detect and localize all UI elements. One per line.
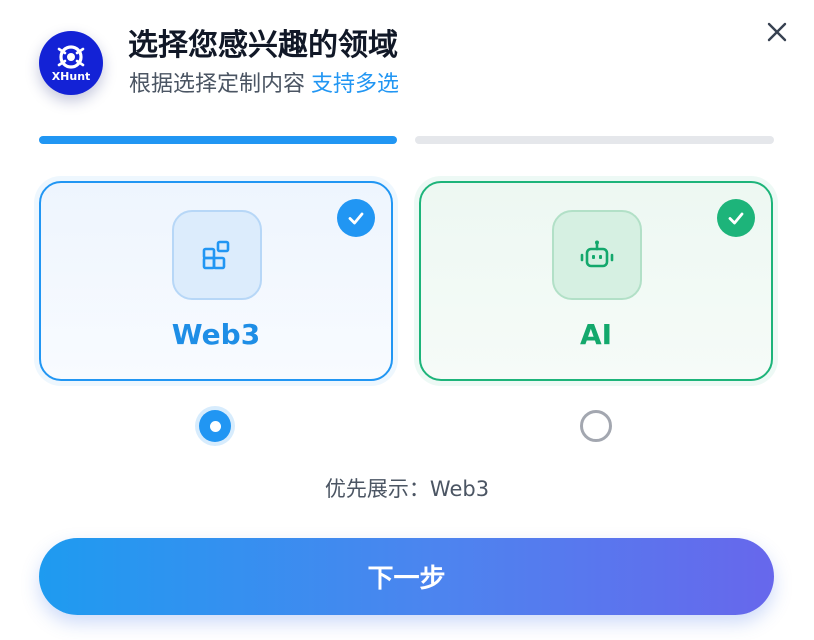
priority-value: Web3 xyxy=(429,477,490,501)
subtitle-text: 根据选择定制内容 xyxy=(129,72,306,97)
priority-radio-ai[interactable] xyxy=(580,410,612,442)
web3-icon-box xyxy=(172,210,262,300)
close-icon xyxy=(767,22,787,42)
option-card-ai[interactable]: AI xyxy=(419,181,773,381)
priority-display: 优先展示：Web3 xyxy=(0,474,814,504)
page-title: 选择您感兴趣的领域 xyxy=(128,28,398,63)
page-subtitle: 根据选择定制内容 支持多选 xyxy=(129,70,399,100)
priority-label: 优先展示： xyxy=(324,477,430,501)
close-button[interactable] xyxy=(762,17,792,47)
check-badge-ai xyxy=(717,199,755,237)
priority-radio-web3[interactable] xyxy=(199,410,231,442)
progress-step-1 xyxy=(39,136,397,144)
radio-dot xyxy=(209,420,221,432)
xhunt-logo: XHunt xyxy=(39,31,103,95)
next-button[interactable]: 下一步 xyxy=(39,538,774,615)
xhunt-logo-icon xyxy=(57,44,85,69)
robot-icon xyxy=(580,240,614,268)
option-label-ai: AI xyxy=(579,318,613,351)
logo-text: XHunt xyxy=(51,69,91,83)
option-card-web3[interactable]: Web3 xyxy=(39,181,393,381)
progress-step-2 xyxy=(415,136,774,144)
subtitle-accent: 支持多选 xyxy=(311,72,400,97)
check-icon xyxy=(728,212,744,225)
option-label-web3: Web3 xyxy=(171,318,261,351)
check-icon xyxy=(348,212,364,225)
check-badge-web3 xyxy=(337,199,375,237)
ai-icon-box xyxy=(552,210,642,300)
blocks-icon xyxy=(202,240,230,270)
